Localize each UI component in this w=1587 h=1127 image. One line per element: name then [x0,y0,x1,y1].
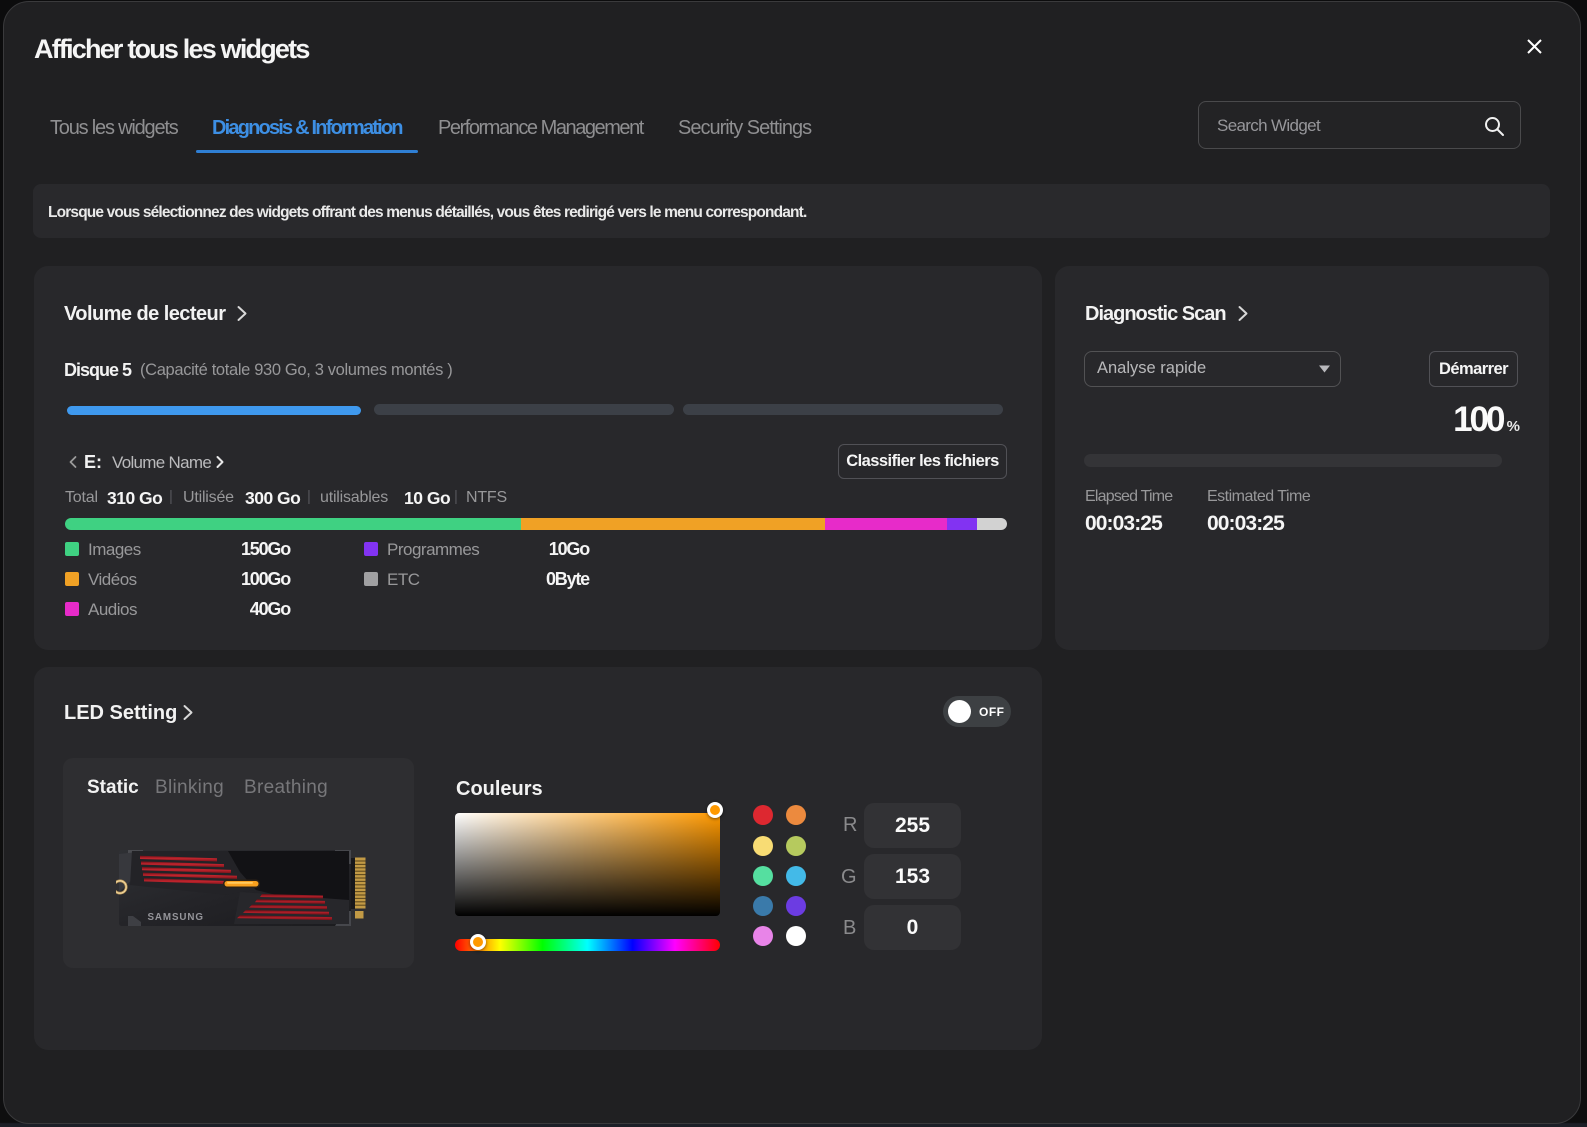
svg-text:SAMSUNG: SAMSUNG [148,912,204,923]
